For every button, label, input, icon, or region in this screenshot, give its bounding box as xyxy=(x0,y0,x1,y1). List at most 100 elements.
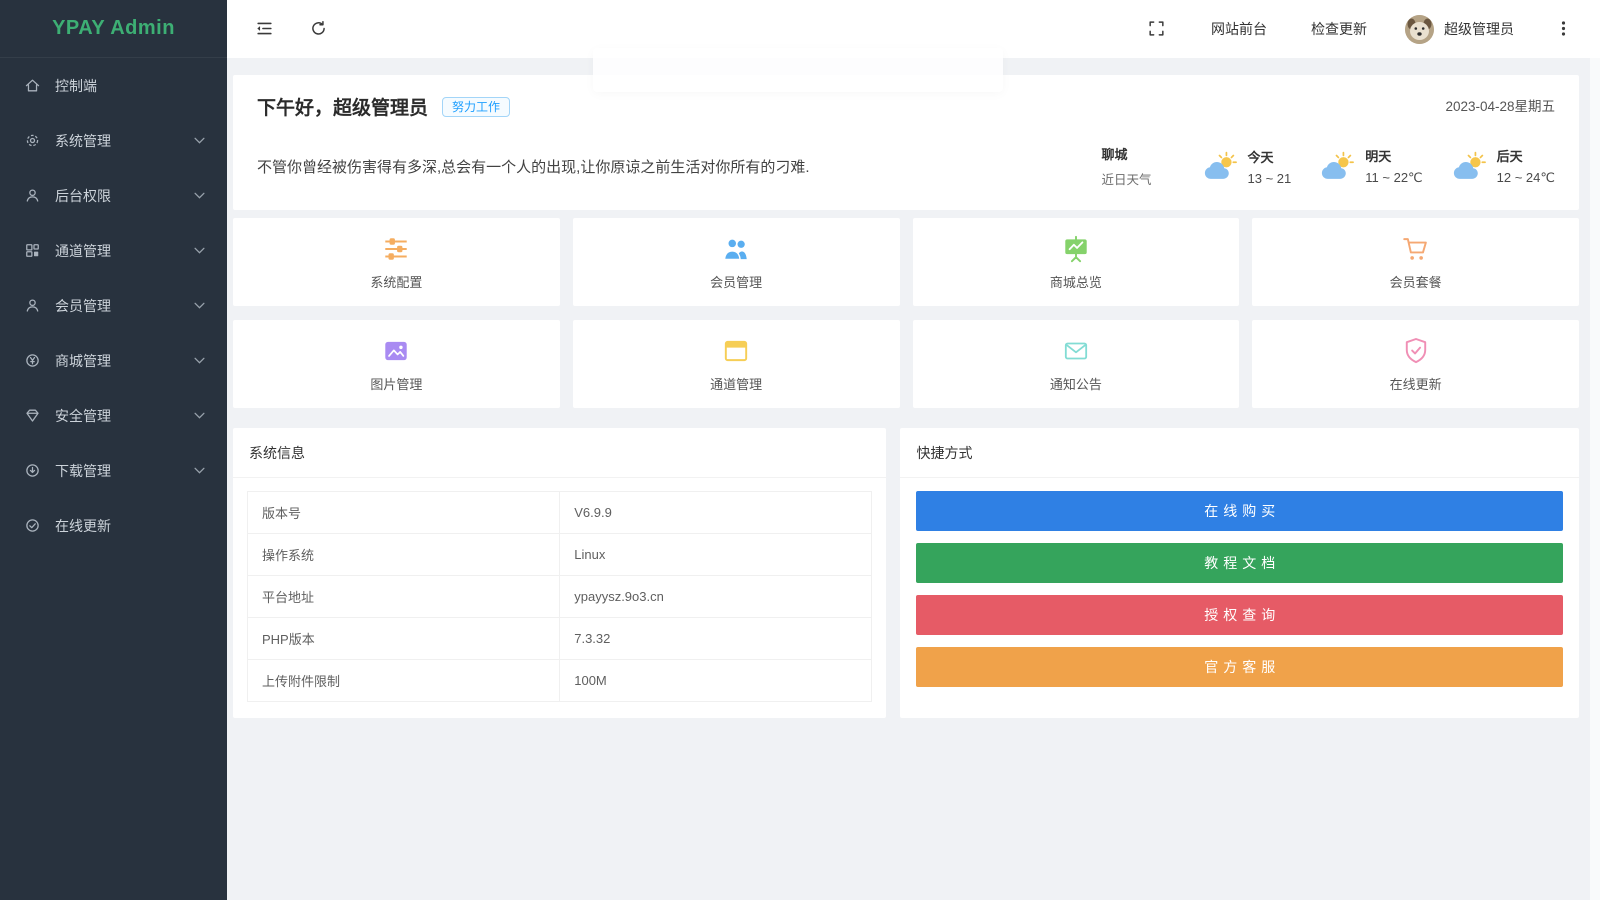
card-label: 通知公告 xyxy=(1050,374,1102,393)
table-row: PHP版本 7.3.32 xyxy=(248,618,872,660)
shield-check-icon xyxy=(1401,336,1431,366)
weather-day-temp: 13 ~ 21 xyxy=(1248,171,1292,186)
gem-icon xyxy=(24,407,41,424)
card-label: 在线更新 xyxy=(1390,374,1442,393)
sidebar: YPAY Admin 控制端 系统管理 后台权限 xyxy=(0,0,227,900)
table-row: 上传附件限制 100M xyxy=(248,660,872,702)
system-info-table: 版本号 V6.9.9 操作系统 Linux 平台地址 ypayysz.9o3.c… xyxy=(247,491,872,702)
mail-icon xyxy=(1061,336,1091,366)
chevron-down-icon xyxy=(194,137,205,144)
sun-cloud-icon xyxy=(1317,151,1357,181)
frontend-link[interactable]: 网站前台 xyxy=(1211,19,1267,39)
card-channel-management[interactable]: 通道管理 xyxy=(573,320,900,408)
user-menu[interactable]: 超级管理员 xyxy=(1405,15,1514,44)
chevron-down-icon xyxy=(194,302,205,309)
info-value: ypayysz.9o3.cn xyxy=(560,576,872,618)
chevron-down-icon xyxy=(194,412,205,419)
chart-board-icon xyxy=(1061,234,1091,264)
sidebar-item-label: 安全管理 xyxy=(55,406,111,426)
collapse-sidebar-button[interactable] xyxy=(255,19,275,39)
sidebar-item-dashboard[interactable]: 控制端 xyxy=(0,58,227,113)
motto-text: 不管你曾经被伤害得有多深,总会有一个人的出现,让你原谅之前生活对你所有的刁难. xyxy=(257,156,1102,177)
card-member-management[interactable]: 会员管理 xyxy=(573,218,900,306)
sidebar-item-members[interactable]: 会员管理 xyxy=(0,278,227,333)
user-icon xyxy=(24,187,41,204)
sidebar-item-update[interactable]: 在线更新 xyxy=(0,498,227,553)
weather-day: 后天 12 ~ 24℃ xyxy=(1449,146,1555,186)
info-value: 7.3.32 xyxy=(560,618,872,660)
yen-circle-icon xyxy=(24,352,41,369)
chevron-down-icon xyxy=(194,467,205,474)
weather-subtitle: 近日天气 xyxy=(1102,169,1152,188)
sidebar-item-security[interactable]: 安全管理 xyxy=(0,388,227,443)
main-area: 网站前台 检查更新 超级管理员 下午好，超级管理员 努力工作 2023-04-2… xyxy=(227,0,1600,900)
card-label: 通道管理 xyxy=(710,374,762,393)
sidebar-item-permissions[interactable]: 后台权限 xyxy=(0,168,227,223)
support-button[interactable]: 官方客服 xyxy=(916,647,1563,687)
sidebar-item-label: 商城管理 xyxy=(55,351,111,371)
refresh-icon[interactable] xyxy=(309,19,329,39)
card-image-management[interactable]: 图片管理 xyxy=(233,320,560,408)
sidebar-item-label: 会员管理 xyxy=(55,296,111,316)
fullscreen-icon[interactable] xyxy=(1147,19,1167,39)
avatar xyxy=(1405,15,1434,44)
panel-title: 系统信息 xyxy=(233,428,886,478)
card-member-packages[interactable]: 会员套餐 xyxy=(1252,218,1579,306)
weather-widget: 聊城 近日天气 今天 13 ~ 21 明天 xyxy=(1102,144,1555,188)
info-key: 平台地址 xyxy=(248,576,560,618)
window-icon xyxy=(721,336,751,366)
info-key: PHP版本 xyxy=(248,618,560,660)
sidebar-item-channels[interactable]: 通道管理 xyxy=(0,223,227,278)
chevron-down-icon xyxy=(194,247,205,254)
chevron-down-icon xyxy=(194,357,205,364)
current-date: 2023-04-28星期五 xyxy=(1445,95,1555,115)
license-query-button[interactable]: 授权查询 xyxy=(916,595,1563,635)
gear-icon xyxy=(24,132,41,149)
shortcut-grid: 系统配置 会员管理 商城总览 会员套餐 xyxy=(233,218,1579,408)
system-info-panel: 系统信息 版本号 V6.9.9 操作系统 Linux 平台地址 xyxy=(233,428,886,718)
sidebar-item-mall[interactable]: 商城管理 xyxy=(0,333,227,388)
scrollbar[interactable] xyxy=(1590,58,1600,900)
username: 超级管理员 xyxy=(1444,19,1514,39)
users-icon xyxy=(721,234,751,264)
sidebar-item-label: 下载管理 xyxy=(55,461,111,481)
app-logo[interactable]: YPAY Admin xyxy=(0,0,227,58)
quick-buy-button[interactable]: 在线购买 xyxy=(916,491,1563,531)
sidebar-item-label: 系统管理 xyxy=(55,131,111,151)
panel-title: 快捷方式 xyxy=(900,428,1579,478)
cart-icon xyxy=(1401,234,1431,264)
weather-day: 今天 13 ~ 21 xyxy=(1200,147,1292,186)
check-update-link[interactable]: 检查更新 xyxy=(1311,19,1367,39)
info-value: 100M xyxy=(560,660,872,702)
card-label: 会员管理 xyxy=(710,272,762,291)
card-label: 会员套餐 xyxy=(1390,272,1442,291)
home-icon xyxy=(24,77,41,94)
kebab-menu-icon[interactable] xyxy=(1554,19,1574,39)
card-label: 系统配置 xyxy=(370,272,422,291)
sun-cloud-icon xyxy=(1200,151,1240,181)
card-label: 商城总览 xyxy=(1050,272,1102,291)
sidebar-item-label: 在线更新 xyxy=(55,516,111,536)
card-mall-overview[interactable]: 商城总览 xyxy=(913,218,1240,306)
card-system-config[interactable]: 系统配置 xyxy=(233,218,560,306)
sidebar-item-downloads[interactable]: 下载管理 xyxy=(0,443,227,498)
fading-toast xyxy=(593,48,1003,92)
greeting-title: 下午好，超级管理员 xyxy=(257,93,428,120)
card-notices[interactable]: 通知公告 xyxy=(913,320,1240,408)
sun-cloud-icon xyxy=(1449,151,1489,181)
weather-day-label: 今天 xyxy=(1248,147,1292,166)
sidebar-item-label: 后台权限 xyxy=(55,186,111,206)
weather-city: 聊城 近日天气 xyxy=(1102,144,1152,188)
weather-day-label: 明天 xyxy=(1365,146,1422,165)
sidebar-item-label: 通道管理 xyxy=(55,241,111,261)
info-value: Linux xyxy=(560,534,872,576)
status-badge: 努力工作 xyxy=(442,97,510,117)
docs-button[interactable]: 教程文档 xyxy=(916,543,1563,583)
sidebar-item-system[interactable]: 系统管理 xyxy=(0,113,227,168)
weather-day-temp: 11 ~ 22℃ xyxy=(1365,170,1422,186)
info-key: 版本号 xyxy=(248,492,560,534)
card-online-update[interactable]: 在线更新 xyxy=(1252,320,1579,408)
quick-actions-panel: 快捷方式 在线购买 教程文档 授权查询 官方客服 xyxy=(900,428,1579,718)
weather-day-label: 后天 xyxy=(1497,146,1555,165)
chevron-down-icon xyxy=(194,192,205,199)
